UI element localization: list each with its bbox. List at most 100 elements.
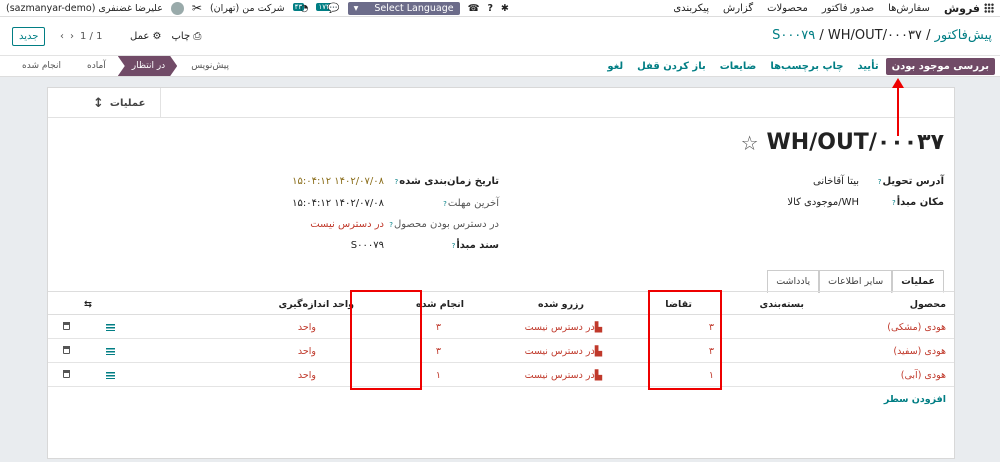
row-demand[interactable]: ۳	[709, 346, 714, 357]
breadcrumb-separator: /	[926, 28, 931, 43]
stage-waiting[interactable]: در انتظار	[118, 56, 177, 76]
column-uom[interactable]: واحد اندازه‌گیری	[279, 299, 354, 310]
print-menu[interactable]: ⎙ چاپ	[171, 31, 201, 42]
optional-columns-icon[interactable]: ⇆	[84, 299, 92, 310]
trash-icon[interactable]	[63, 370, 70, 381]
app-brand[interactable]: فروش	[944, 2, 994, 15]
bug-icon[interactable]: ✱	[501, 3, 509, 14]
delivery-address-field: آدرس تحویل?	[878, 176, 944, 187]
tab-other-info[interactable]: سایر اطلاعات	[819, 270, 893, 293]
chat-badge: ۱۷۴	[316, 2, 332, 11]
chevron-down-icon: ▾	[353, 2, 359, 14]
scrap-button[interactable]: ضایعات	[713, 58, 764, 75]
column-packaging[interactable]: بسته‌بندی	[759, 299, 804, 310]
add-line-link[interactable]: افزودن سطر	[884, 394, 946, 405]
print-labels-button[interactable]: چاپ برچسب‌ها	[763, 58, 850, 75]
row-uom[interactable]: واحد	[298, 370, 316, 381]
breadcrumb-sale-order[interactable]: S۰۰۰۷۹	[772, 28, 815, 43]
language-selector[interactable]: Select Language ▾	[347, 1, 460, 15]
details-list-icon[interactable]	[106, 323, 115, 334]
details-list-icon[interactable]	[106, 371, 115, 382]
source-document-value[interactable]: S۰۰۰۷۹	[351, 240, 384, 251]
operations-label: عملیات	[109, 98, 146, 109]
unlock-button[interactable]: باز کردن قفل	[630, 58, 713, 75]
row-uom[interactable]: واحد	[298, 346, 316, 357]
apps-grid-icon[interactable]	[984, 3, 994, 13]
source-location-value[interactable]: WH/موجودی کالا	[787, 197, 859, 208]
tab-note[interactable]: یادداشت	[767, 270, 820, 293]
help-icon[interactable]: ?	[878, 178, 882, 186]
operations-smart-button[interactable]: عملیات ↕	[93, 96, 145, 111]
check-availability-button[interactable]: بررسی موجود بودن	[885, 57, 995, 75]
table-row[interactable]: هودی (مشکی) ۳ ▙در دسترس نیست ۳ واحد	[48, 315, 954, 339]
scheduled-date-label: تاریخ زمان‌بندی شده	[399, 176, 499, 187]
stage-draft[interactable]: پیش‌نویس	[177, 56, 241, 76]
row-reserved-text: در دسترس نیست	[524, 322, 595, 333]
column-done[interactable]: انجام شده	[416, 299, 464, 310]
menu-orders[interactable]: سفارش‌ها	[888, 3, 930, 14]
availability-label: در دسترس بودن محصول	[393, 219, 499, 230]
breadcrumb-parent[interactable]: پیش‌فاکتور	[935, 28, 992, 43]
row-reserved-text: در دسترس نیست	[524, 370, 595, 381]
warehouse-icon: ▙	[594, 370, 602, 381]
row-demand[interactable]: ۱	[709, 370, 714, 381]
activity-icon[interactable]: ◔۴۳	[292, 2, 308, 14]
cancel-button[interactable]: لغو	[600, 58, 630, 75]
chevron-left-icon[interactable]: ‹	[60, 31, 64, 42]
column-product[interactable]: محصول	[910, 299, 946, 310]
stage-ready[interactable]: آماده	[73, 56, 118, 76]
tab-operations[interactable]: عملیات	[892, 270, 944, 293]
row-uom[interactable]: واحد	[298, 322, 316, 333]
stage-done[interactable]: انجام شده	[8, 56, 73, 76]
trash-icon[interactable]	[63, 322, 70, 333]
column-demand[interactable]: تقاضا	[665, 299, 692, 310]
main-menu: سفارش‌ها صدور فاکتور محصولات گزارش پیکرب…	[673, 3, 930, 14]
trash-icon[interactable]	[63, 346, 70, 357]
row-done[interactable]: ۱	[436, 370, 441, 381]
table-row[interactable]: هودی (سفید) ۳ ▙در دسترس نیست ۳ واحد	[48, 339, 954, 363]
menu-invoicing[interactable]: صدور فاکتور	[822, 3, 874, 14]
star-icon[interactable]: ☆	[741, 131, 759, 155]
table-row[interactable]: هودی (آبی) ۱ ▙در دسترس نیست ۱ واحد	[48, 363, 954, 387]
scheduled-date-value[interactable]: ۱۴۰۲/۰۷/۰۸ ۱۵:۰۴:۱۲	[292, 176, 384, 187]
new-button[interactable]: جدید	[12, 27, 46, 46]
row-demand[interactable]: ۳	[709, 322, 714, 333]
details-list-icon[interactable]	[106, 347, 115, 358]
action-menu[interactable]: ⚙ عمل	[130, 31, 161, 42]
help-icon[interactable]: ?	[389, 221, 393, 229]
user-avatar[interactable]	[170, 1, 184, 15]
pager-value[interactable]: 1 / 1	[80, 31, 102, 42]
company-switcher[interactable]: شرکت من (تهران)	[210, 3, 285, 14]
deadline-value[interactable]: ۱۴۰۲/۰۷/۰۸ ۱۵:۰۴:۱۲	[292, 198, 384, 209]
record-title: WH/OUT/۰۰۰۳۷	[766, 130, 944, 155]
delivery-address-value[interactable]: بیتا آقاخانی	[813, 176, 859, 187]
phone-icon[interactable]: ☎	[468, 3, 480, 14]
row-done[interactable]: ۳	[436, 346, 441, 357]
row-reserved: ▙در دسترس نیست	[525, 346, 602, 357]
source-document-field: سند مبدأ?	[452, 240, 499, 251]
table-header: محصول بسته‌بندی تقاضا رزرو شده انجام شده…	[48, 291, 954, 315]
column-reserved[interactable]: رزرو شده	[538, 299, 584, 310]
delivery-address-label: آدرس تحویل	[882, 176, 944, 187]
chat-icon[interactable]: 💬۱۷۴	[316, 2, 340, 14]
help-icon[interactable]: ?	[892, 199, 896, 207]
confirm-button[interactable]: تأیید	[850, 58, 885, 75]
form-sheet: عملیات ↕ WH/OUT/۰۰۰۳۷ ☆ آدرس تحویل? بیتا…	[47, 87, 955, 459]
help-icon[interactable]: ?	[452, 242, 456, 250]
settings-tools-icon[interactable]: ✂	[192, 1, 202, 15]
help-icon[interactable]: ?	[487, 3, 493, 14]
menu-products[interactable]: محصولات	[767, 3, 808, 14]
user-menu[interactable]: علیرضا غضنفری (sazmanyar-demo)	[6, 3, 163, 14]
help-icon[interactable]: ?	[443, 200, 447, 208]
menu-configuration[interactable]: پیکربندی	[673, 3, 709, 14]
menu-reporting[interactable]: گزارش	[723, 3, 753, 14]
row-product[interactable]: هودی (مشکی)	[887, 322, 946, 333]
annotation-arrow	[897, 80, 899, 136]
row-product[interactable]: هودی (سفید)	[893, 346, 946, 357]
row-done[interactable]: ۳	[436, 322, 441, 333]
row-product[interactable]: هودی (آبی)	[901, 370, 946, 381]
smart-button-box: عملیات ↕	[48, 88, 954, 118]
help-icon[interactable]: ?	[395, 178, 399, 186]
chevron-right-icon[interactable]: ›	[70, 31, 74, 42]
activity-badge: ۴۳	[292, 2, 305, 11]
